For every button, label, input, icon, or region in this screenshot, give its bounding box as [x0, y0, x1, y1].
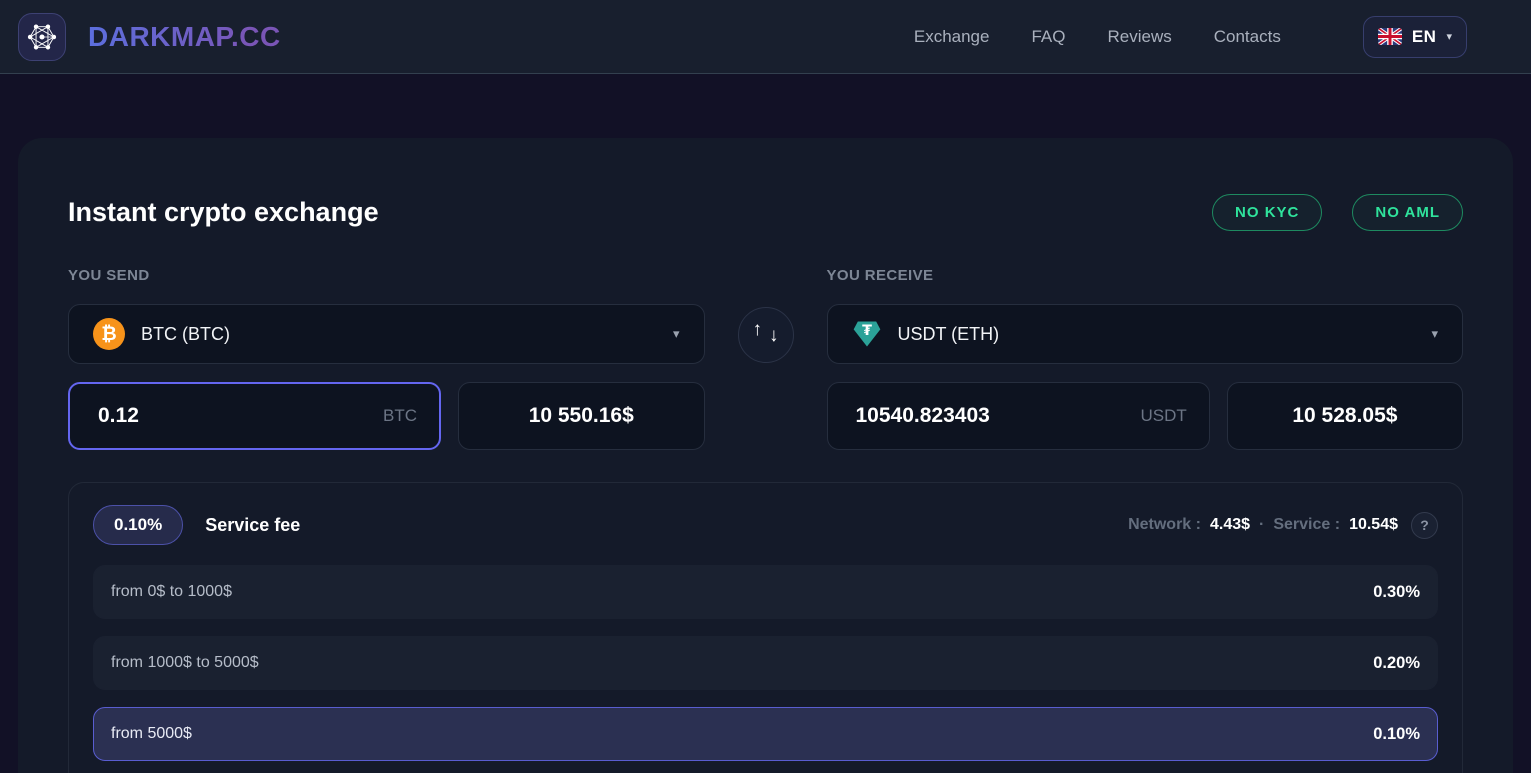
page-title: Instant crypto exchange — [68, 197, 379, 228]
current-fee-badge: 0.10% — [93, 505, 183, 545]
swap-column: ↑ ↓ — [705, 267, 827, 450]
fee-tiers-list: from 0$ to 1000$ 0.30% from 1000$ to 500… — [93, 565, 1438, 761]
dot-separator: · — [1259, 516, 1264, 534]
service-fee-title: Service fee — [205, 515, 300, 536]
brand-title: DARKMAP.CC — [88, 21, 281, 53]
swap-direction-button[interactable]: ↑ ↓ — [738, 307, 794, 363]
receive-column: YOU RECEIVE ₮ USDT (ETH) ▾ USDT 10 528.0… — [827, 267, 1464, 450]
language-selector[interactable]: EN ▾ — [1363, 16, 1467, 58]
chevron-down-icon: ▾ — [1446, 30, 1452, 43]
network-fee-value: 4.43$ — [1210, 516, 1250, 534]
fee-tier-row: from 1000$ to 5000$ 0.20% — [93, 636, 1438, 690]
bitcoin-icon: ₿ — [93, 318, 125, 350]
receive-amount-input[interactable] — [856, 404, 1141, 428]
tier-range: from 1000$ to 5000$ — [111, 654, 259, 672]
service-fee-panel: 0.10% Service fee Network : 4.43$ · Serv… — [68, 482, 1463, 773]
receive-asset-select[interactable]: ₮ USDT (ETH) ▾ — [827, 304, 1464, 364]
tier-rate: 0.20% — [1373, 654, 1420, 673]
no-aml-badge: NO AML — [1352, 194, 1463, 231]
you-send-label: YOU SEND — [68, 267, 705, 284]
brand-logo[interactable]: DARKMAP.CC — [18, 13, 281, 61]
you-receive-label: YOU RECEIVE — [827, 267, 1464, 284]
language-code: EN — [1412, 27, 1437, 47]
nav-item-contacts[interactable]: Contacts — [1214, 27, 1281, 47]
compliance-badges: NO KYC NO AML — [1212, 194, 1463, 231]
svg-text:₮: ₮ — [862, 323, 872, 339]
network-fee-label: Network : — [1128, 516, 1201, 534]
fee-tier-row: from 0$ to 1000$ 0.30% — [93, 565, 1438, 619]
receive-fiat-value: 10 528.05$ — [1227, 382, 1463, 450]
nav-item-reviews[interactable]: Reviews — [1108, 27, 1172, 47]
send-asset-name: BTC (BTC) — [141, 324, 657, 345]
send-column: YOU SEND ₿ BTC (BTC) ▾ BTC 10 550.16$ — [68, 267, 705, 450]
service-fee-value: 10.54$ — [1349, 516, 1398, 534]
send-unit-label: BTC — [383, 406, 417, 426]
network-graph-icon — [18, 13, 66, 61]
exchange-form: YOU SEND ₿ BTC (BTC) ▾ BTC 10 550.16$ ↑ … — [68, 267, 1463, 450]
send-amount-input[interactable] — [98, 404, 383, 428]
fee-tier-row-active: from 5000$ 0.10% — [93, 707, 1438, 761]
receive-unit-label: USDT — [1141, 406, 1187, 426]
send-asset-select[interactable]: ₿ BTC (BTC) ▾ — [68, 304, 705, 364]
header: DARKMAP.CC Exchange FAQ Reviews Contacts… — [0, 0, 1531, 74]
send-amount-field[interactable]: BTC — [68, 382, 441, 450]
swap-arrows-icon: ↑ ↓ — [753, 322, 779, 348]
tier-rate: 0.10% — [1373, 725, 1420, 744]
receive-amount-field[interactable]: USDT — [827, 382, 1210, 450]
chevron-down-icon: ▾ — [1431, 326, 1438, 342]
no-kyc-badge: NO KYC — [1212, 194, 1322, 231]
help-icon[interactable]: ? — [1411, 512, 1438, 539]
tier-rate: 0.30% — [1373, 583, 1420, 602]
chevron-down-icon: ▾ — [673, 326, 680, 342]
tether-icon: ₮ — [852, 319, 882, 349]
nav-item-exchange[interactable]: Exchange — [914, 27, 990, 47]
service-fee-label: Service : — [1273, 516, 1340, 534]
uk-flag-icon — [1378, 28, 1402, 45]
exchange-card: Instant crypto exchange NO KYC NO AML YO… — [18, 138, 1513, 773]
tier-range: from 5000$ — [111, 725, 192, 743]
receive-asset-name: USDT (ETH) — [898, 324, 1416, 345]
nav-item-faq[interactable]: FAQ — [1031, 27, 1065, 47]
fee-summary: Network : 4.43$ · Service : 10.54$ ? — [1128, 512, 1438, 539]
tier-range: from 0$ to 1000$ — [111, 583, 232, 601]
send-fiat-value: 10 550.16$ — [458, 382, 705, 450]
main-nav: Exchange FAQ Reviews Contacts EN ▾ — [914, 16, 1467, 58]
